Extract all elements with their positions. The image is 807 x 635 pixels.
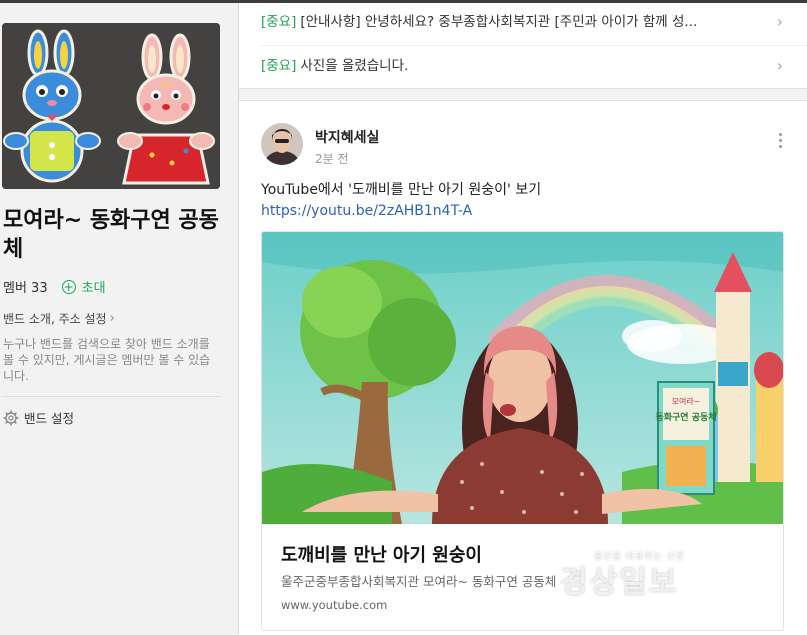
- post-youtube-link[interactable]: https://youtu.be/2zAHB1n4T-A: [261, 201, 472, 222]
- video-description: 울주군중부종합사회복지관 모여라~ 동화구연 공동체: [281, 574, 557, 589]
- invite-button[interactable]: + 초대: [61, 277, 106, 296]
- band-intro-link[interactable]: 밴드 소개, 주소 설정 ›: [3, 310, 115, 327]
- band-settings-link[interactable]: 밴드 설정: [3, 408, 74, 427]
- band-visibility-description: 누구나 밴드를 검색으로 찾아 밴드 소개를 볼 수 있지만, 게시글은 멤버만…: [3, 337, 211, 383]
- video-title[interactable]: 도깨비를 만난 아기 원숭이: [281, 541, 482, 567]
- post-author[interactable]: 박지혜세실: [315, 127, 379, 147]
- gear-icon: [3, 410, 19, 425]
- member-count[interactable]: 멤버 33: [3, 277, 48, 296]
- notice-text: [안내사항] 안녕하세요? 중부종합사회복지관 [주민과 아이가 함께 성...: [300, 14, 698, 30]
- book-cover-title: 동화구연 공동체: [655, 411, 716, 423]
- chevron-right-icon: ›: [776, 56, 783, 75]
- chevron-right-icon: ›: [109, 311, 115, 326]
- notice-list: [중요] [안내사항] 안녕하세요? 중부종합사회복지관 [주민과 아이가 함께 …: [239, 3, 807, 89]
- notice-text: 사진을 올렸습니다.: [300, 58, 409, 74]
- author-photo: [261, 123, 303, 165]
- more-vertical-icon[interactable]: [779, 133, 783, 151]
- invite-label: 초대: [81, 281, 106, 296]
- book-cover-top: 모여라~: [672, 396, 701, 406]
- post-body-text: YouTube에서 '도깨비를 만난 아기 원숭이' 보기: [261, 182, 542, 198]
- newspaper-watermark: 울산을 대표하는 신문 경상일보: [560, 549, 765, 600]
- band-cover-image[interactable]: [2, 23, 220, 189]
- chevron-right-icon: ›: [776, 12, 783, 31]
- member-row: 멤버 33 + 초대: [3, 277, 106, 296]
- post-time: 2분 전: [315, 152, 349, 166]
- sidebar-divider: [3, 396, 220, 397]
- author-avatar[interactable]: [261, 123, 303, 165]
- band-settings-label: 밴드 설정: [24, 411, 74, 426]
- felt-bunnies-illustration: [2, 23, 220, 189]
- notice-tag: [중요]: [261, 14, 297, 30]
- band-intro-label: 밴드 소개, 주소 설정: [3, 312, 107, 326]
- watermark-logo: 경상일보: [560, 565, 679, 600]
- notice-divider: [261, 45, 807, 46]
- video-domain: www.youtube.com: [281, 598, 388, 612]
- notice-item[interactable]: [중요] 사진을 올렸습니다. ›: [239, 47, 807, 85]
- band-name: 모여라~ 동화구연 공동체: [3, 208, 219, 262]
- video-thumbnail[interactable]: 모여라~ 동화구연 공동체: [262, 232, 783, 524]
- notice-item[interactable]: [중요] [안내사항] 안녕하세요? 중부종합사회복지관 [주민과 아이가 함께 …: [239, 3, 807, 41]
- band-sidebar: 모여라~ 동화구연 공동체 멤버 33 + 초대 밴드 소개, 주소 설정 › …: [0, 3, 226, 634]
- plus-circle-icon: +: [61, 279, 76, 294]
- notice-tag: [중요]: [261, 58, 297, 74]
- video-thumbnail-image: 모여라~ 동화구연 공동체: [262, 232, 783, 524]
